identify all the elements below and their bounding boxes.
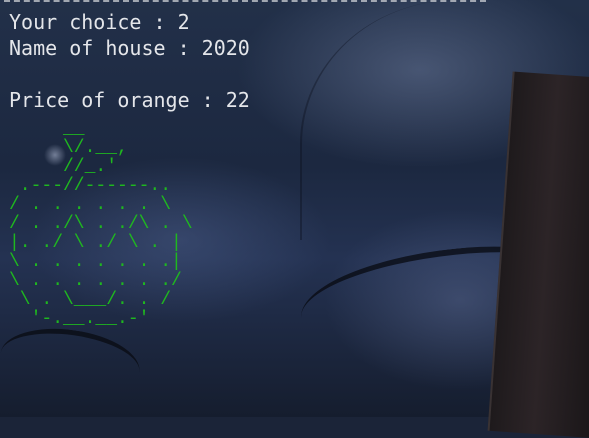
orange-price-line: Price of orange : 22: [9, 88, 250, 112]
choice-line: Your choice : 2: [9, 10, 190, 34]
dashed-separator: [4, 0, 486, 2]
house-name-line: Name of house : 2020: [9, 36, 250, 60]
orange-ascii-art: __ \/.__, //_.' .---//------.. / . . . .…: [9, 119, 193, 329]
terminal-output: Your choice : 2 Name of house : 2020 Pri…: [0, 0, 589, 417]
